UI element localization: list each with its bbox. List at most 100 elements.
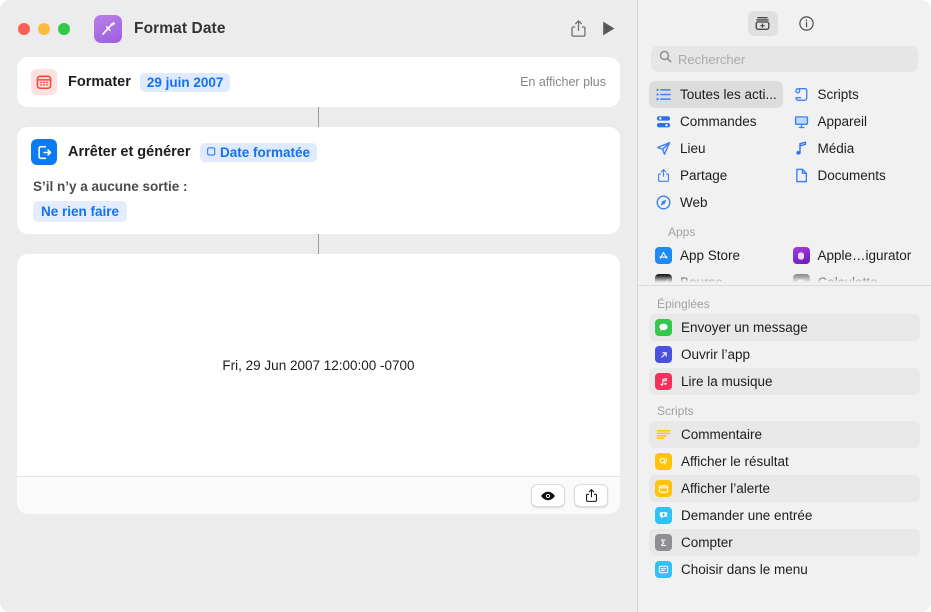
- choose-menu-icon: [655, 561, 672, 578]
- music-icon: [655, 373, 672, 390]
- action-card-stop-and-output[interactable]: Arrêter et générer ▢ Date formatée S’il …: [17, 127, 620, 234]
- list-item[interactable]: Σ Compter: [649, 529, 920, 556]
- search-field[interactable]: [651, 46, 918, 72]
- show-result-icon: [655, 453, 672, 470]
- traffic-lights: [18, 22, 70, 35]
- alert-icon: [655, 480, 672, 497]
- list-item[interactable]: Demander une entrée: [649, 502, 920, 529]
- search-icon: [659, 50, 672, 68]
- sidebar-item-label: Documents: [817, 168, 886, 183]
- list-item-label: Ouvrir l’app: [681, 347, 751, 362]
- sidebar-item-location[interactable]: Lieu: [649, 135, 783, 162]
- sidebar-item-scripts[interactable]: Scripts: [787, 81, 921, 108]
- comment-lines-icon: [655, 429, 672, 441]
- list-item[interactable]: Envoyer un message: [649, 314, 920, 341]
- apps-section-header: Apps: [668, 225, 696, 239]
- share-button[interactable]: [563, 14, 593, 44]
- action-connector: [317, 107, 320, 127]
- list-item-label: Afficher l’alerte: [681, 481, 771, 496]
- messages-icon: [655, 319, 672, 336]
- run-button[interactable]: [593, 14, 623, 44]
- list-item-label: Lire la musique: [681, 374, 773, 389]
- sidebar-item-commands[interactable]: Commandes: [649, 108, 783, 135]
- scripts-list: Commentaire Afficher le résultat Affiche…: [638, 421, 931, 583]
- stop-and-output-icon: [31, 139, 57, 165]
- sidebar-item-label: Web: [680, 195, 708, 210]
- quicklook-button[interactable]: [531, 484, 565, 507]
- list-item[interactable]: Choisir dans le menu: [649, 556, 920, 583]
- sidebar-item-label: Apple…igurator: [817, 248, 912, 263]
- sidebar-item-label: Commandes: [680, 114, 757, 129]
- no-output-value[interactable]: Ne rien faire: [33, 201, 128, 222]
- share-icon: [655, 168, 672, 183]
- list-item-label: Commentaire: [681, 427, 763, 442]
- document-icon: [793, 168, 810, 183]
- list-item[interactable]: Commentaire: [649, 421, 920, 448]
- category-scroll-area[interactable]: Toutes les acti... Scripts Commandes App…: [638, 81, 931, 286]
- formatted-date-token[interactable]: ▢ Date formatée: [199, 142, 317, 162]
- list-item[interactable]: Afficher le résultat: [649, 448, 920, 475]
- list-item[interactable]: Ouvrir l’app: [649, 341, 920, 368]
- formatted-date-token-label: Date formatée: [219, 144, 310, 160]
- search-input[interactable]: [678, 51, 910, 67]
- scroll-icon: [793, 87, 810, 102]
- sidebar-item-label: Média: [817, 141, 855, 156]
- list-item-label: Afficher le résultat: [681, 454, 789, 469]
- date-token-label: 29 juin 2007: [146, 74, 224, 90]
- no-output-label: S’il n’y a aucune sortie :: [33, 179, 188, 194]
- sidebar-item-sharing[interactable]: Partage: [649, 162, 783, 189]
- minimize-button[interactable]: [38, 22, 50, 35]
- list-item[interactable]: Lire la musique: [649, 368, 920, 395]
- pinned-section-header: Épinglées: [657, 297, 710, 311]
- result-preview-card: Fri, 29 Jun 2007 12:00:00 -0700: [17, 254, 620, 514]
- sidebar-item-device[interactable]: Appareil: [787, 108, 921, 135]
- action-card-format[interactable]: Formater 29 juin 2007 En afficher plus: [17, 57, 620, 107]
- info-icon[interactable]: [792, 11, 822, 36]
- shortcuts-window: Format Date Formater 29 juin 2007 En aff…: [0, 0, 931, 612]
- display-icon: [793, 115, 810, 129]
- result-text: Fri, 29 Jun 2007 12:00:00 -0700: [222, 357, 415, 373]
- variable-square-icon: ▢: [206, 146, 216, 157]
- sidebar-item-all-actions[interactable]: Toutes les acti...: [649, 81, 783, 108]
- open-app-icon: [655, 346, 672, 363]
- app-store-icon: [655, 247, 672, 264]
- actions-sidebar: Toutes les acti... Scripts: [637, 0, 931, 612]
- sidebar-item-documents[interactable]: Documents: [787, 162, 921, 189]
- calendar-icon: [31, 69, 57, 95]
- action-library-icon[interactable]: [747, 10, 778, 36]
- sliders-icon: [655, 115, 672, 129]
- close-button[interactable]: [18, 22, 30, 35]
- result-toolbar: [17, 476, 620, 514]
- show-more-link[interactable]: En afficher plus: [520, 75, 606, 89]
- pinned-list: Envoyer un message Ouvrir l’app Lire la …: [638, 314, 931, 395]
- apple-configurator-icon: [792, 247, 810, 264]
- sidebar-item-label: Toutes les acti...: [680, 87, 777, 102]
- sidebar-item-label: App Store: [680, 248, 741, 263]
- paperplane-icon: [655, 141, 672, 156]
- scroll-fade: [638, 275, 931, 285]
- shortcuts-icon: [94, 14, 122, 43]
- sidebar-item-label: Partage: [680, 168, 728, 183]
- sigma-icon: Σ: [655, 534, 672, 551]
- category-grid: Toutes les acti... Scripts Commandes App…: [638, 81, 931, 285]
- sidebar-item-apple-configurator[interactable]: Apple…igurator: [787, 242, 921, 269]
- list-item-label: Compter: [681, 535, 733, 550]
- zoom-button[interactable]: [58, 22, 70, 35]
- date-token[interactable]: 29 juin 2007: [139, 72, 231, 92]
- window-title: Format Date: [134, 19, 226, 37]
- action-title: Formater: [68, 74, 131, 90]
- sidebar-item-app-store[interactable]: App Store: [649, 242, 783, 269]
- sidebar-item-web[interactable]: Web: [649, 189, 783, 216]
- list-item[interactable]: Afficher l’alerte: [649, 475, 920, 502]
- pinned-and-scripts[interactable]: Épinglées Envoyer un message Ouvrir l’ap…: [638, 286, 931, 612]
- music-note-icon: [793, 141, 810, 156]
- ask-input-icon: [655, 507, 672, 524]
- sidebar-item-label: Appareil: [817, 114, 868, 129]
- sidebar-item-media[interactable]: Média: [787, 135, 921, 162]
- sidebar-item-label: Scripts: [817, 87, 859, 102]
- action-title: Arrêter et générer: [68, 144, 191, 160]
- scripts-section-header: Scripts: [657, 404, 694, 418]
- share-result-button[interactable]: [574, 484, 608, 507]
- list-item-label: Choisir dans le menu: [681, 562, 808, 577]
- compass-icon: [655, 195, 672, 210]
